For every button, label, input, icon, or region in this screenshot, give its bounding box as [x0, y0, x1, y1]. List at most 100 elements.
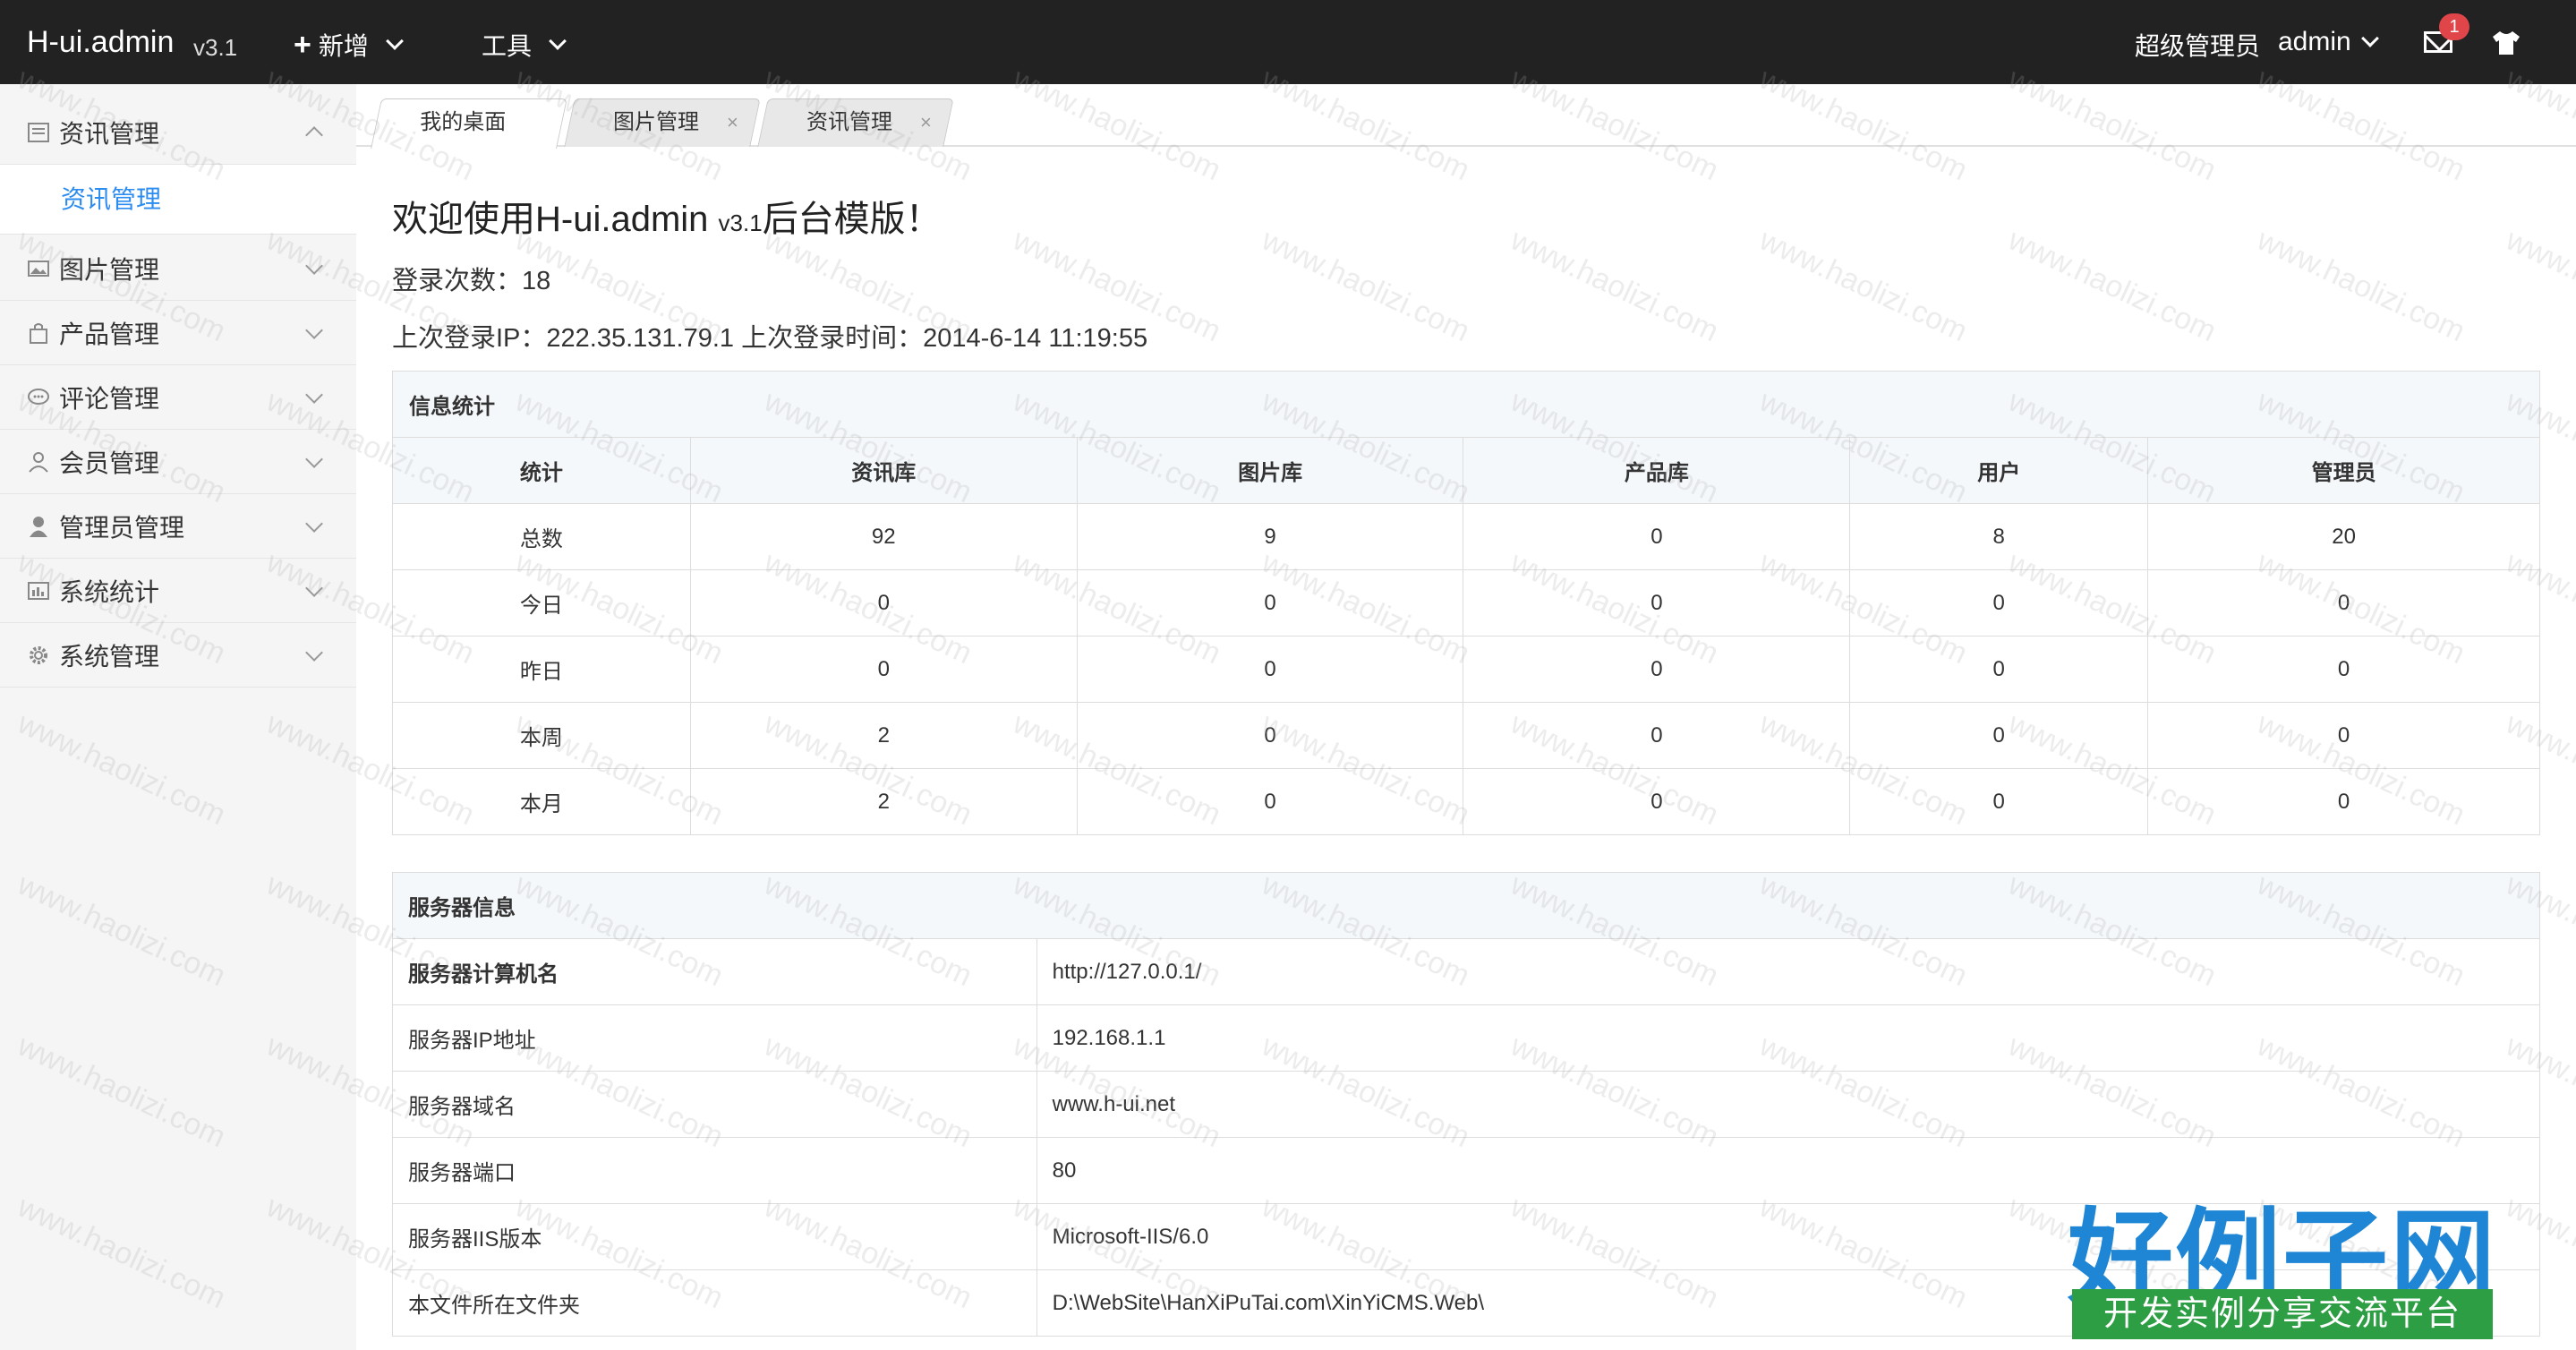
user-role: 超级管理员 — [2135, 32, 2261, 60]
table-row: 今日 0 0 0 0 0 — [392, 569, 2540, 637]
table-cell: 192.168.1.1 — [1036, 1004, 2541, 1072]
sidebar-subitem-news[interactable]: 资讯管理 — [0, 165, 356, 235]
column-header: 管理员 — [2147, 437, 2540, 504]
chevron-down-icon — [305, 515, 323, 533]
bag-icon — [30, 322, 47, 344]
stats-icon — [28, 581, 49, 600]
add-menu[interactable]: + 新增 — [294, 27, 404, 63]
tab-pictures[interactable]: 图片管理 × — [564, 98, 761, 147]
table-cell: 0 — [1849, 636, 2149, 703]
chevron-down-icon — [305, 386, 323, 404]
table-cell: 0 — [1463, 768, 1851, 835]
brand-logo[interactable]: H-ui.admin — [27, 25, 174, 60]
table-cell: http://127.0.0.1/ — [1036, 938, 2541, 1005]
table-cell: 本月 — [392, 768, 691, 835]
table-cell: www.h-ui.net — [1036, 1071, 2541, 1138]
table-cell: 0 — [2147, 569, 2540, 637]
sidebar-item-comments[interactable]: 评论管理 — [0, 365, 356, 430]
plus-icon: + — [294, 28, 311, 62]
table-cell: 服务器IIS版本 — [392, 1203, 1037, 1270]
chevron-down-icon — [305, 321, 323, 339]
tab-desktop[interactable]: 我的桌面 — [371, 98, 567, 149]
main-content: 欢迎使用H-ui.admin v3.1后台模版！ 登录次数：18 上次登录IP：… — [356, 149, 2576, 1350]
server-caption: 服务器信息 — [392, 872, 2540, 939]
table-cell: 0 — [689, 569, 1078, 637]
member-icon — [29, 451, 48, 473]
sidebar-item-products[interactable]: 产品管理 — [0, 301, 356, 365]
stats-table: 信息统计 统计 资讯库 图片库 产品库 用户 管理员 总数 92 9 0 8 20 今日 0… — [392, 371, 2540, 835]
table-cell: 0 — [1849, 768, 2149, 835]
close-icon[interactable]: × — [727, 99, 738, 146]
chevron-down-icon — [305, 579, 323, 597]
welcome-title: 欢迎使用H-ui.admin v3.1后台模版！ — [392, 190, 942, 242]
table-cell: 0 — [1076, 636, 1464, 703]
sidebar-item-news[interactable]: 资讯管理 — [0, 100, 356, 165]
tab-bar: 我的桌面 图片管理 × 资讯管理 × — [356, 84, 2576, 149]
chevron-down-icon — [385, 32, 404, 50]
table-cell: 2 — [689, 768, 1078, 835]
sidebar-item-label: 评论管理 — [59, 384, 160, 413]
column-header: 图片库 — [1076, 437, 1464, 504]
tab-label: 图片管理 — [613, 110, 699, 134]
sidebar-item-label: 系统统计 — [59, 577, 160, 606]
table-row: 总数 92 9 0 8 20 — [392, 503, 2540, 570]
tab-label: 我的桌面 — [420, 110, 507, 134]
last-login-info: 上次登录IP：222.35.131.79.1 上次登录时间：2014-6-14 … — [392, 324, 1148, 353]
table-row: 昨日 0 0 0 0 0 — [392, 636, 2540, 703]
table-cell: 0 — [1849, 569, 2149, 637]
add-menu-label: 新增 — [318, 32, 369, 60]
table-row: 服务器域名 www.h-ui.net — [392, 1071, 2541, 1138]
skin-icon[interactable] — [2491, 30, 2521, 56]
brand-version: v3.1 — [193, 34, 238, 61]
sidebar-item-label: 资讯管理 — [59, 119, 160, 148]
table-cell: 0 — [1076, 702, 1464, 769]
comment-icon — [28, 388, 49, 405]
table-cell: 0 — [1463, 503, 1851, 570]
table-cell: 9 — [1076, 503, 1464, 570]
table-cell: 0 — [1463, 702, 1851, 769]
table-row: 本周 2 0 0 0 0 — [392, 702, 2540, 769]
user-menu[interactable]: admin — [2278, 27, 2379, 57]
chevron-down-icon — [305, 257, 323, 275]
table-cell: 本文件所在文件夹 — [392, 1269, 1037, 1337]
sidebar-item-admins[interactable]: 管理员管理 — [0, 494, 356, 559]
sidebar-item-label: 管理员管理 — [59, 513, 185, 542]
table-cell: 0 — [1463, 569, 1851, 637]
admin-icon — [30, 516, 47, 537]
sidebar-item-system[interactable]: 系统管理 — [0, 623, 356, 688]
table-row: 服务器IP地址 192.168.1.1 — [392, 1004, 2541, 1072]
welcome-suffix: 后台模版！ — [762, 200, 942, 239]
news-icon — [28, 122, 49, 142]
sidebar-item-label: 图片管理 — [59, 255, 160, 284]
welcome-version: v3.1 — [718, 209, 763, 236]
table-cell: 0 — [2147, 636, 2540, 703]
column-header: 产品库 — [1463, 437, 1851, 504]
table-cell: 服务器域名 — [392, 1071, 1037, 1138]
sidebar-item-pictures[interactable]: 图片管理 — [0, 236, 356, 301]
close-icon[interactable]: × — [920, 99, 932, 146]
stats-caption: 信息统计 — [392, 371, 2540, 438]
sidebar-item-label: 系统管理 — [59, 642, 160, 671]
top-navbar: H-ui.admin v3.1 + 新增 工具 超级管理员 admin 1 — [0, 0, 2576, 84]
table-cell: 本周 — [392, 702, 691, 769]
chevron-down-icon — [305, 450, 323, 468]
sidebar-item-stats[interactable]: 系统统计 — [0, 559, 356, 623]
sidebar-item-members[interactable]: 会员管理 — [0, 430, 356, 494]
table-cell: 昨日 — [392, 636, 691, 703]
table-cell: 0 — [2147, 702, 2540, 769]
table-cell: 今日 — [392, 569, 691, 637]
tab-news[interactable]: 资讯管理 × — [757, 98, 954, 147]
sidebar-item-label: 会员管理 — [59, 449, 160, 477]
chevron-down-icon — [305, 644, 323, 662]
table-cell: 服务器端口 — [392, 1137, 1037, 1204]
table-cell: 0 — [689, 636, 1078, 703]
column-header: 资讯库 — [689, 437, 1078, 504]
table-cell: 8 — [1849, 503, 2149, 570]
tools-menu[interactable]: 工具 — [482, 27, 567, 63]
column-header: 统计 — [392, 437, 691, 504]
table-cell: 服务器IP地址 — [392, 1004, 1037, 1072]
picture-icon — [28, 260, 49, 277]
table-cell: 20 — [2147, 503, 2540, 570]
tools-menu-label: 工具 — [482, 32, 533, 60]
table-cell: 0 — [2147, 768, 2540, 835]
